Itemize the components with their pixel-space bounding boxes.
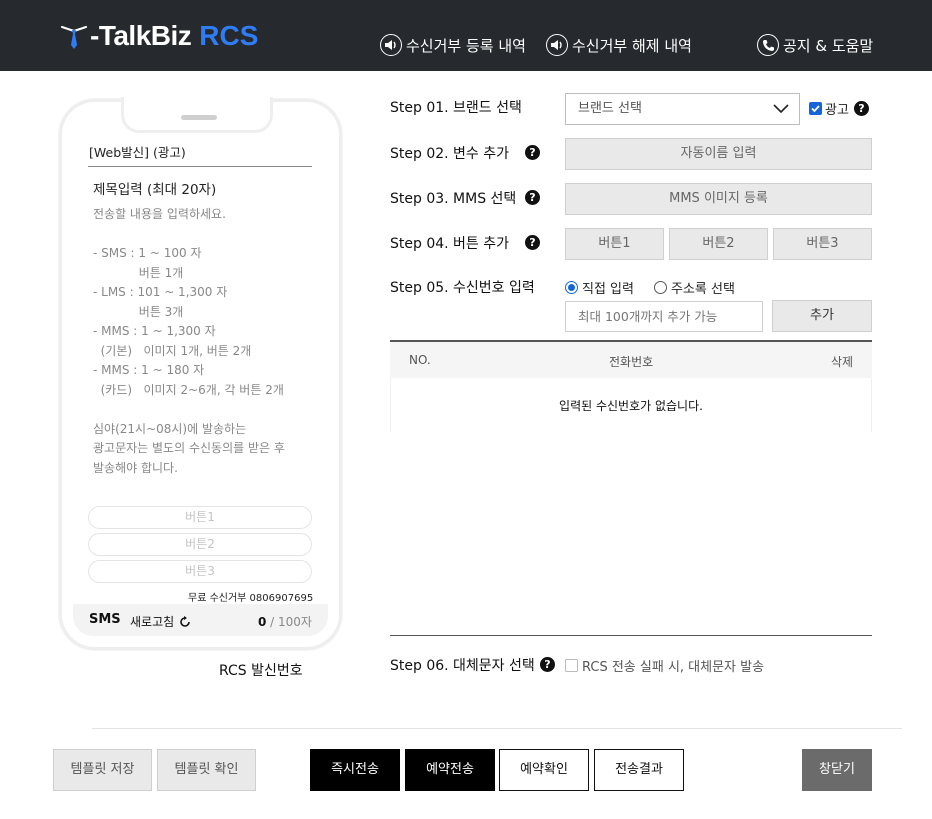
nav-reject-release[interactable]: 수신거부 해제 내역 — [546, 34, 692, 56]
phone-icon — [757, 34, 779, 56]
logo[interactable]: -TalkBiz RCS — [60, 16, 258, 56]
help-icon[interactable]: ? — [853, 101, 869, 116]
speaker-icon — [546, 34, 568, 56]
send-reserve-button[interactable]: 예약전송 — [405, 749, 495, 791]
help-icon[interactable]: ? — [525, 235, 540, 250]
checkbox-checked-icon — [809, 102, 822, 115]
col-delete: 삭제 — [831, 355, 854, 369]
send-result-button[interactable]: 전송결과 — [594, 749, 684, 791]
add-button-3[interactable]: 버튼3 — [773, 228, 872, 260]
recipient-table-header: NO. 전화번호 삭제 — [390, 342, 872, 378]
step-06-label: Step 06. 대체문자 선택 — [390, 658, 535, 674]
step-05-label: Step 05. 수신번호 입력 — [390, 280, 535, 296]
nav-notice-help[interactable]: 공지 & 도움말 — [757, 34, 873, 56]
step-03-label: Step 03. MMS 선택 — [390, 191, 517, 207]
send-now-button[interactable]: 즉시전송 — [310, 749, 400, 791]
mms-image-button[interactable]: MMS 이미지 등록 — [565, 183, 872, 215]
col-no: NO. — [409, 353, 431, 367]
preview-reject-text: 무료 수신거부 0806907695 — [188, 593, 314, 604]
fallback-sms-label: RCS 전송 실패 시, 대체문자 발송 — [582, 660, 765, 675]
radio-unselected-icon — [654, 281, 667, 294]
byte-counter: 0 / 100자 — [258, 613, 312, 630]
ad-label: 광고 — [825, 103, 849, 118]
help-icon[interactable]: ? — [540, 657, 555, 672]
preview-button-1: 버튼1 — [88, 506, 312, 529]
preview-button-3: 버튼3 — [88, 560, 312, 583]
nav-label: 수신거부 해제 내역 — [572, 36, 692, 55]
step-02-text: Step 02. 변수 추가 — [390, 146, 510, 162]
nav-label: 공지 & 도움말 — [783, 36, 874, 55]
preview-body-text[interactable]: 전송할 내용을 입력하세요. - SMS : 1 ~ 100 자 버튼 1개 -… — [93, 205, 285, 478]
phone-speaker — [181, 115, 217, 120]
footer-divider — [92, 728, 902, 729]
speaker-icon — [380, 34, 402, 56]
add-button-2[interactable]: 버튼2 — [669, 228, 768, 260]
brand-select[interactable]: 브랜드 선택 — [565, 93, 800, 125]
fallback-sms-checkbox[interactable]: RCS 전송 실패 시, 대체문자 발송 — [565, 656, 764, 675]
radio-address-book[interactable]: 주소록 선택 — [654, 278, 735, 297]
preview-divider — [88, 166, 312, 167]
help-icon[interactable]: ? — [525, 145, 540, 160]
step-04-label: Step 04. 버튼 추가 — [390, 236, 510, 252]
col-phone: 전화번호 — [609, 355, 654, 369]
logo-rcs: RCS — [199, 20, 259, 51]
template-save-button[interactable]: 템플릿 저장 — [53, 749, 152, 791]
refresh-icon — [180, 615, 190, 627]
radio-selected-icon — [565, 281, 578, 294]
auto-name-button[interactable]: 자동이름 입력 — [565, 138, 872, 170]
radio-direct-input[interactable]: 직접 입력 — [565, 278, 634, 297]
empty-table-message: 입력된 수신번호가 없습니다. — [559, 399, 703, 413]
brand-select-value: 브랜드 선택 — [578, 101, 642, 116]
template-check-button[interactable]: 템플릿 확인 — [157, 749, 256, 791]
table-bottom-border — [390, 635, 872, 636]
message-type-label: SMS — [89, 612, 121, 627]
radio-address-label: 주소록 선택 — [671, 282, 735, 297]
checkbox-unchecked-icon — [565, 659, 578, 672]
radio-direct-label: 직접 입력 — [582, 282, 634, 297]
tie-figure-icon — [60, 25, 88, 49]
close-window-button[interactable]: 창닫기 — [802, 749, 872, 791]
logo-text: -TalkBiz — [90, 20, 192, 51]
nav-label: 수신거부 등록 내역 — [406, 36, 526, 55]
phone-number-input[interactable] — [565, 301, 763, 332]
refresh-label: 새로고침 — [130, 615, 175, 629]
step-02-label: Step 02. 변수 추가 — [390, 143, 509, 163]
preview-title-input[interactable]: 제목입력 (최대 20자) — [93, 178, 216, 198]
step-01-label: Step 01. 브랜드 선택 — [390, 100, 522, 116]
refresh-button[interactable]: 새로고침 — [130, 613, 191, 630]
rcs-sender-caption: RCS 발신번호 — [219, 663, 303, 679]
chevron-down-icon — [773, 104, 789, 114]
recipient-table-body: 입력된 수신번호가 없습니다. — [390, 378, 872, 432]
top-header: -TalkBiz RCS 수신거부 등록 내역 수신거부 해제 내역 공지 & … — [0, 0, 932, 71]
ad-checkbox[interactable]: 광고 ? — [809, 99, 869, 118]
help-icon[interactable]: ? — [525, 190, 540, 205]
add-number-button[interactable]: 추가 — [772, 300, 872, 332]
preview-button-2: 버튼2 — [88, 533, 312, 556]
nav-reject-register[interactable]: 수신거부 등록 내역 — [380, 34, 526, 56]
preview-sender: [Web발신] (광고) — [89, 145, 186, 160]
reserve-check-button[interactable]: 예약확인 — [499, 749, 589, 791]
byte-max: / 100자 — [266, 615, 312, 629]
add-button-1[interactable]: 버튼1 — [565, 228, 664, 260]
